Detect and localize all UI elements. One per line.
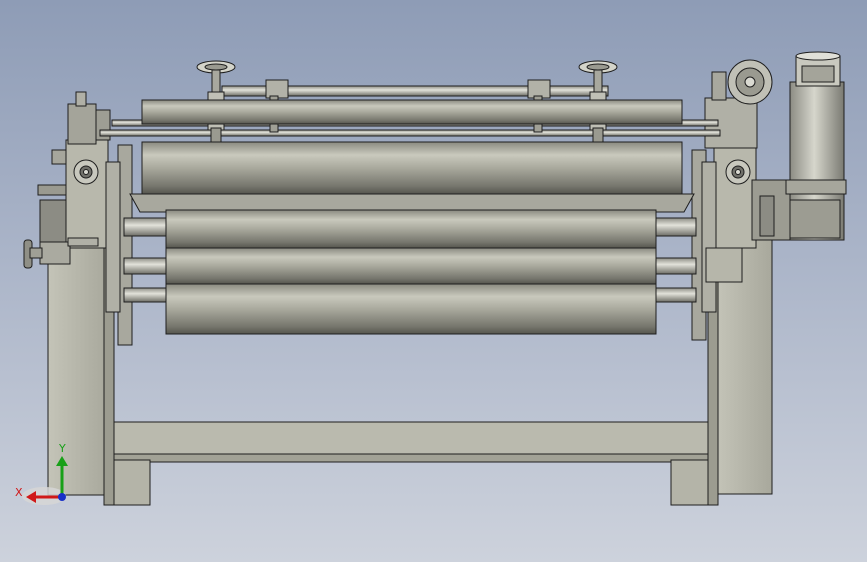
right-foot [670, 459, 712, 506]
left-foot [111, 459, 151, 506]
main-top-roller [141, 141, 683, 195]
top-back-roller [141, 99, 683, 125]
lower-middle-roller [165, 247, 657, 285]
y-axis-label: Y [59, 442, 66, 455]
base-frame [111, 421, 712, 506]
cad-graphics-viewport[interactable]: Y X [0, 0, 867, 562]
machine-model-view[interactable] [0, 0, 867, 562]
x-axis-label: X [15, 486, 23, 499]
upper-middle-roller [165, 209, 657, 249]
coordinate-triad [22, 456, 68, 505]
bottom-roller [165, 283, 657, 335]
